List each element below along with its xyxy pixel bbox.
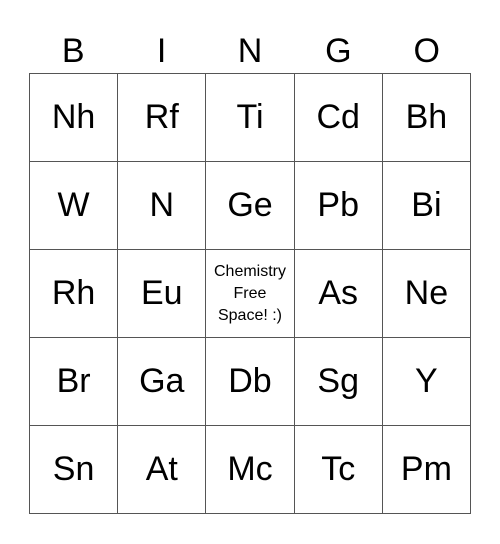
bingo-header: B I N G O <box>29 30 471 73</box>
bingo-cell[interactable]: Rf <box>118 74 207 162</box>
bingo-cell[interactable]: Bi <box>382 162 471 250</box>
bingo-cell[interactable]: W <box>30 162 119 250</box>
header-letter-i: I <box>156 32 167 70</box>
bingo-cell[interactable]: Sn <box>30 426 119 514</box>
bingo-cell[interactable]: Br <box>30 338 119 426</box>
bingo-cell[interactable]: Db <box>206 338 295 426</box>
header-letter-g: G <box>325 32 352 70</box>
bingo-cell[interactable]: Pb <box>294 162 383 250</box>
bingo-cell[interactable]: Mc <box>206 426 295 514</box>
bingo-cell[interactable]: Ge <box>206 162 295 250</box>
free-space-cell[interactable]: Chemistry Free Space! :) <box>206 250 295 338</box>
bingo-cell[interactable]: Sg <box>294 338 383 426</box>
bingo-cell[interactable]: At <box>118 426 207 514</box>
bingo-cell[interactable]: Tc <box>294 426 383 514</box>
bingo-card-grid: Nh Rf Ti Cd Bh W N Ge Pb Bi Rh Eu Chemis… <box>29 73 471 514</box>
bingo-cell[interactable]: Pm <box>382 426 471 514</box>
bingo-cell[interactable]: Ne <box>382 250 471 338</box>
bingo-cell[interactable]: Ga <box>118 338 207 426</box>
header-letter-o: O <box>413 32 440 70</box>
bingo-cell[interactable]: N <box>118 162 207 250</box>
header-letter-n: N <box>237 32 263 70</box>
header-letter-b: B <box>61 32 85 70</box>
bingo-cell[interactable]: Y <box>382 338 471 426</box>
bingo-cell[interactable]: Bh <box>382 74 471 162</box>
bingo-cell[interactable]: Rh <box>30 250 119 338</box>
bingo-cell[interactable]: Cd <box>294 74 383 162</box>
bingo-cell[interactable]: Ti <box>206 74 295 162</box>
bingo-cell[interactable]: Eu <box>118 250 207 338</box>
bingo-cell[interactable]: Nh <box>30 74 119 162</box>
bingo-cell[interactable]: As <box>294 250 383 338</box>
